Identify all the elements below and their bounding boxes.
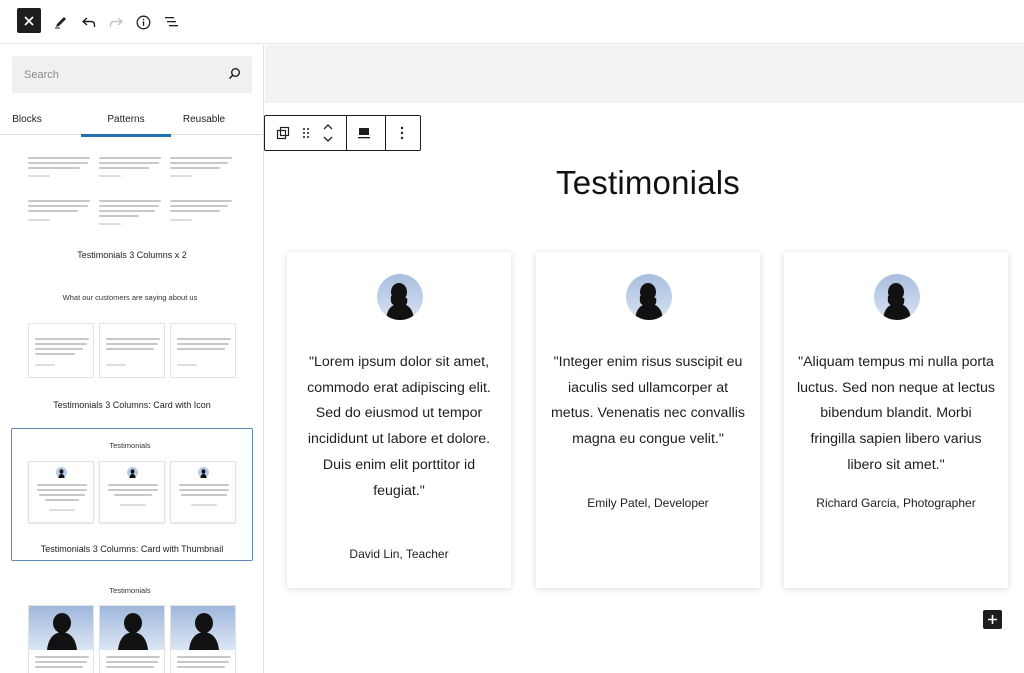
tab-reusable[interactable]: Reusable bbox=[171, 103, 237, 135]
testimonial-author: David Lin, Teacher bbox=[349, 547, 449, 561]
add-block-button[interactable] bbox=[983, 610, 1002, 629]
drag-handle-icon[interactable] bbox=[297, 124, 315, 142]
pattern-preview-2[interactable]: What our customers are saying about us bbox=[20, 290, 246, 390]
thumbnail-image bbox=[100, 606, 164, 650]
pattern-label-2[interactable]: Testimonials 3 Columns: Card with Icon bbox=[12, 400, 252, 410]
block-toolbar bbox=[264, 115, 421, 151]
thumbnail-image bbox=[29, 606, 93, 650]
block-type-icon[interactable] bbox=[274, 124, 292, 142]
toolbar-separator bbox=[385, 116, 386, 150]
page-title[interactable]: Testimonials bbox=[265, 164, 1024, 202]
toolbar-separator bbox=[346, 116, 347, 150]
testimonial-card[interactable]: "Integer enim risus suscipit eu iaculis … bbox=[536, 252, 760, 588]
search-input[interactable] bbox=[12, 56, 212, 93]
testimonial-quote: "Integer enim risus suscipit eu iaculis … bbox=[550, 354, 745, 448]
avatar-icon bbox=[198, 467, 209, 478]
inserter-sidebar: Blocks Patterns Reusable Testimonials 3 … bbox=[0, 45, 264, 673]
testimonial-card[interactable]: "Aliquam tempus mi nulla porta luctus. S… bbox=[784, 252, 1008, 588]
top-toolbar bbox=[0, 0, 1024, 44]
inserter-tabs: Blocks Patterns Reusable bbox=[0, 103, 263, 137]
undo-icon[interactable] bbox=[75, 8, 103, 36]
tab-patterns[interactable]: Patterns bbox=[81, 103, 171, 137]
plus-icon bbox=[988, 615, 997, 624]
move-up-down-icon[interactable] bbox=[319, 120, 337, 146]
search-icon[interactable] bbox=[228, 67, 241, 80]
pattern-preview-4[interactable]: Testimonials bbox=[20, 580, 246, 673]
testimonial-quote: "Aliquam tempus mi nulla porta luctus. S… bbox=[797, 354, 995, 473]
more-options-icon[interactable] bbox=[393, 124, 411, 142]
avatar bbox=[874, 274, 920, 320]
search-box bbox=[12, 56, 252, 93]
info-icon[interactable] bbox=[129, 8, 157, 36]
pattern-preview-heading: Testimonials bbox=[109, 441, 151, 450]
redo-icon[interactable] bbox=[102, 8, 130, 36]
avatar-icon bbox=[56, 467, 67, 478]
tab-blocks[interactable]: Blocks bbox=[0, 103, 54, 135]
pattern-preview-3[interactable]: Testimonials bbox=[20, 438, 246, 528]
avatar-icon bbox=[127, 467, 138, 478]
thumbnail-image bbox=[171, 606, 235, 650]
testimonial-quote: "Lorem ipsum dolor sit amet, commodo era… bbox=[307, 354, 491, 499]
testimonial-card[interactable]: "Lorem ipsum dolor sit amet, commodo era… bbox=[287, 252, 511, 588]
list-view-icon[interactable] bbox=[157, 8, 185, 36]
canvas-header-area bbox=[265, 45, 1024, 103]
testimonial-author: Emily Patel, Developer bbox=[587, 496, 709, 510]
pattern-preview-heading: Testimonials bbox=[109, 586, 151, 595]
align-icon[interactable] bbox=[355, 124, 373, 142]
avatar bbox=[377, 274, 423, 320]
pattern-label-3[interactable]: Testimonials 3 Columns: Card with Thumbn… bbox=[12, 544, 252, 554]
avatar bbox=[626, 274, 672, 320]
pattern-label-1[interactable]: Testimonials 3 Columns x 2 bbox=[12, 250, 252, 260]
pattern-preview-heading: What our customers are saying about us bbox=[62, 293, 198, 302]
pencil-icon[interactable] bbox=[47, 8, 75, 36]
testimonial-author: Richard Garcia, Photographer bbox=[816, 496, 976, 510]
close-icon[interactable] bbox=[17, 8, 41, 33]
pattern-preview-1[interactable] bbox=[20, 143, 246, 233]
